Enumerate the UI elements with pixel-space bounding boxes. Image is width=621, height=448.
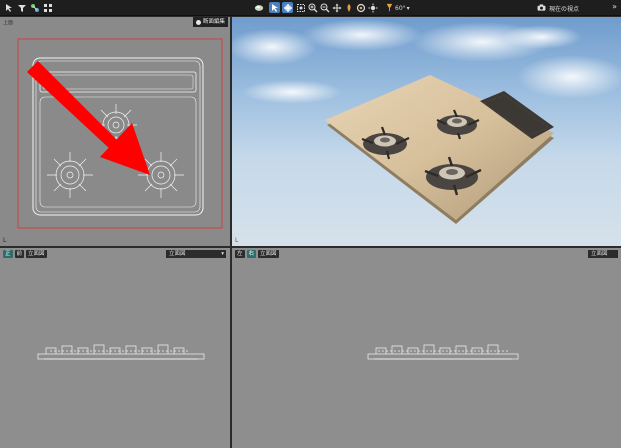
- view-angle-value: 60°: [395, 4, 406, 12]
- more-toolbar-button[interactable]: »: [612, 2, 617, 12]
- perspective-scene: [232, 19, 621, 224]
- main-toolbar: 60° ▾ 現在の視点 »: [0, 0, 621, 16]
- axis-indicator: L: [3, 237, 7, 244]
- link-icon[interactable]: [29, 2, 40, 13]
- chevron-down-icon: ▾: [406, 4, 410, 12]
- grid-icon[interactable]: [42, 2, 53, 13]
- burner-right: [138, 152, 184, 198]
- viewport-perspective[interactable]: L: [232, 17, 621, 246]
- viewport-front-view[interactable]: 正 前 立面図 立面図 ▾: [0, 248, 230, 448]
- select-arrow-icon[interactable]: [269, 2, 280, 13]
- zoom-in-icon[interactable]: [307, 2, 318, 13]
- axis-indicator: L: [235, 237, 239, 244]
- cooktop-model: [325, 75, 554, 224]
- camera-view-label: 現在の視点: [548, 5, 579, 13]
- selection-frame: [17, 38, 223, 229]
- pan-icon[interactable]: [331, 2, 342, 13]
- camera-icon: [537, 3, 546, 13]
- view-angle-select[interactable]: 60° ▾: [385, 3, 415, 13]
- burner-left: [47, 152, 93, 198]
- snap-icon[interactable]: [282, 2, 293, 13]
- camera-view-button[interactable]: 現在の視点: [537, 2, 579, 14]
- viewport-side-view[interactable]: 左 右 立面図 立面図: [232, 248, 621, 448]
- plan-drawing: [17, 38, 223, 229]
- lamp-icon: [385, 3, 394, 14]
- orbit-icon[interactable]: [355, 2, 366, 13]
- zoom-out-icon[interactable]: [319, 2, 330, 13]
- front-elevation-drawing: [37, 344, 205, 360]
- render-style-icon[interactable]: [252, 2, 266, 13]
- annotation-arrow: [27, 61, 150, 175]
- viewport-top-view[interactable]: 上面 断面編集 L: [0, 17, 230, 246]
- zoom-region-icon[interactable]: [295, 2, 306, 13]
- light-icon[interactable]: [343, 2, 354, 13]
- pointer-icon[interactable]: [3, 2, 14, 13]
- sun-icon[interactable]: [367, 2, 378, 13]
- side-elevation-drawing: [367, 344, 519, 360]
- filter-icon[interactable]: [16, 2, 27, 13]
